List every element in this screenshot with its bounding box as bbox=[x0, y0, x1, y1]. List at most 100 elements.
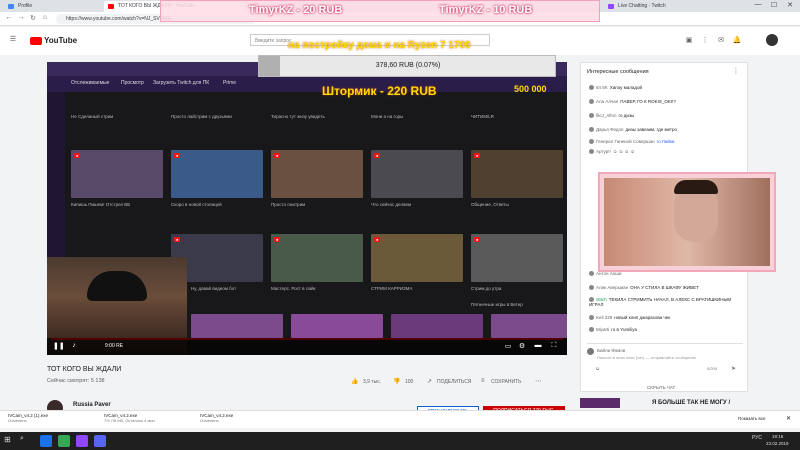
emoji-icon[interactable]: ☺ bbox=[595, 366, 600, 372]
save-icon[interactable]: ≡ bbox=[481, 378, 485, 384]
windows-start-icon[interactable]: ⊞ bbox=[4, 435, 11, 444]
video-title: ТОТ КОГО ВЫ ЖДАЛИ bbox=[47, 366, 122, 373]
subtitles-icon[interactable]: ▭ bbox=[503, 342, 513, 350]
user-avatar-icon bbox=[589, 85, 594, 91]
stream-thumbnail[interactable]: ● bbox=[371, 234, 463, 282]
stream-thumbnail[interactable]: ● bbox=[371, 150, 463, 198]
theater-mode-icon[interactable]: ▬ bbox=[533, 342, 543, 349]
fullscreen-icon[interactable]: ⛶ bbox=[549, 342, 559, 350]
menu-icon[interactable]: ☰ bbox=[8, 35, 18, 43]
webcam-video bbox=[604, 178, 770, 266]
stream-caption: Скоро в новой столицей bbox=[171, 202, 222, 207]
twitch-nav-download[interactable]: Загрузить Twitch для ПК bbox=[153, 80, 209, 86]
download-item[interactable]: IVCam_v4.2.exe 7/9,7/8 Мб, Осталось 4 мин… bbox=[104, 413, 156, 423]
user-avatar-icon bbox=[589, 139, 594, 145]
apps-grid-icon[interactable]: ⋮ bbox=[700, 36, 710, 44]
chat-message: Генерал Ганеной Совершан го Лайки bbox=[589, 139, 745, 145]
send-icon[interactable]: ➤ bbox=[731, 365, 736, 372]
like-count: 3,9 тыс. bbox=[363, 379, 382, 385]
notifications-bell-icon[interactable]: 🔔 bbox=[732, 36, 742, 44]
video-player[interactable]: Отслеживаемые Просмотр Загрузить Twitch … bbox=[47, 62, 567, 355]
chat-more-icon[interactable]: ⋮ bbox=[731, 67, 741, 75]
donation-message: на постройку дома и на Ryzen 7 1700 bbox=[288, 40, 471, 51]
settings-gear-icon[interactable]: ⚙ bbox=[517, 342, 527, 350]
stream-thumbnail[interactable]: ● bbox=[271, 150, 363, 198]
user-avatar-icon bbox=[589, 271, 594, 277]
browser-tab-profile[interactable]: Profile bbox=[4, 1, 64, 12]
stream-thumbnail[interactable] bbox=[491, 314, 567, 338]
like-icon[interactable]: 👍 bbox=[351, 378, 358, 385]
user-avatar-icon bbox=[589, 285, 594, 291]
stream-caption: Кипишь Пишем! Отстрел ВБ bbox=[71, 202, 131, 207]
discord-icon[interactable] bbox=[94, 435, 106, 447]
chrome-icon[interactable] bbox=[58, 435, 70, 447]
stream-thumbnail[interactable]: ● bbox=[271, 234, 363, 282]
stream-caption: Что сейчас делаем bbox=[371, 202, 412, 207]
chat-message: s6tch ТЕКИЛА СТРИМИТЬ НАЧАЛ, В АЛЕКС С БР… bbox=[589, 297, 732, 308]
stream-caption: Пятничные игры в Ветер bbox=[471, 302, 523, 307]
chat-input-name: Бийли Фомов bbox=[597, 348, 626, 353]
twitch-app-icon[interactable] bbox=[76, 435, 88, 447]
share-button[interactable]: ПОДЕЛИТЬСЯ bbox=[437, 379, 471, 385]
pause-icon[interactable]: ❚❚ bbox=[53, 342, 65, 350]
donation-overlay-top: TimyrKZ - 20 RUB TimyrKZ - 10 RUB bbox=[160, 0, 600, 22]
volume-icon[interactable]: ♪ bbox=[69, 342, 79, 349]
stream-caption: СТРИМ КАРРИЗМА bbox=[371, 286, 413, 291]
stream-caption: Просто смотрим bbox=[271, 202, 306, 207]
share-icon[interactable]: ↗ bbox=[427, 378, 432, 385]
stream-caption: Не Сделаный стрим bbox=[71, 114, 114, 119]
search-icon[interactable]: ⌕ bbox=[20, 435, 24, 443]
windows-taskbar: ⊞ ⌕ РУС 19:16 23.02.2019 bbox=[0, 432, 800, 450]
streamer-webcam-overlay bbox=[598, 172, 776, 272]
close-window-button[interactable]: ✕ bbox=[784, 1, 796, 9]
chat-header[interactable]: Интересные сообщения bbox=[587, 69, 649, 75]
download-item[interactable]: IVCam_v4.2.exe Отменено bbox=[200, 413, 233, 423]
create-video-icon[interactable]: ▣ bbox=[684, 36, 694, 44]
twitch-nav-prime[interactable]: Prime bbox=[223, 80, 236, 86]
minimize-button[interactable]: — bbox=[752, 1, 764, 8]
explorer-icon[interactable] bbox=[40, 435, 52, 447]
close-icon[interactable]: ✕ bbox=[786, 415, 791, 422]
channel-name[interactable]: Russia Paver bbox=[73, 402, 111, 408]
messages-icon[interactable]: ✉ bbox=[716, 36, 726, 44]
stream-thumbnail[interactable]: ● bbox=[171, 150, 263, 198]
stream-thumbnail[interactable] bbox=[391, 314, 483, 338]
more-actions-icon[interactable]: ⋯ bbox=[535, 377, 542, 385]
clock-time: 19:16 bbox=[772, 434, 784, 439]
profile-icon bbox=[8, 4, 14, 9]
stream-caption: Тирасно тут жизу увидеть bbox=[271, 114, 325, 119]
home-icon[interactable]: ⌂ bbox=[40, 14, 50, 21]
maximize-button[interactable]: ☐ bbox=[768, 1, 780, 9]
forward-arrow-icon[interactable]: → bbox=[16, 14, 26, 21]
dislike-icon[interactable]: 👎 bbox=[393, 378, 400, 385]
back-arrow-icon[interactable]: ← bbox=[4, 14, 14, 21]
stream-caption: Мони а на горы bbox=[371, 114, 404, 119]
download-item[interactable]: IVCam_v4.2 (1).exe Отменено bbox=[8, 413, 48, 423]
language-indicator[interactable]: РУС bbox=[752, 435, 762, 441]
clock-date: 23.02.2019 bbox=[766, 441, 789, 446]
browser-tab-twitch[interactable]: Live Chatting · Twitch bbox=[604, 1, 724, 12]
stream-thumbnail[interactable] bbox=[291, 314, 383, 338]
reload-icon[interactable]: ↻ bbox=[28, 14, 38, 22]
chat-message: 84 5K Хапоу маладой bbox=[589, 85, 745, 91]
donation-donor-2: TimyrKZ - 10 RUB bbox=[439, 4, 533, 16]
stream-thumbnail[interactable]: ● bbox=[471, 150, 563, 198]
chat-input[interactable]: Пишите в этом поле (чат) — отправляйте с… bbox=[597, 355, 737, 360]
chat-message: Алик Аверьман ОНА У СТИЛА В ШКАФУ ЖИВЕТ bbox=[589, 285, 745, 291]
avatar[interactable] bbox=[766, 34, 778, 46]
char-counter: 0/200 bbox=[707, 366, 718, 371]
stream-thumbnail[interactable] bbox=[191, 314, 283, 338]
stream-thumbnail[interactable]: ● bbox=[71, 150, 163, 198]
twitch-nav-bar: Отслеживаемые Просмотр Загрузить Twitch … bbox=[47, 76, 567, 92]
donation-goal-target: 500 000 bbox=[514, 84, 547, 94]
show-all-downloads-button[interactable]: Показать все bbox=[738, 416, 765, 421]
recommended-title[interactable]: Я БОЛЬШЕ ТАК НЕ МОГУ / bbox=[652, 400, 730, 406]
twitch-nav-following[interactable]: Отслеживаемые bbox=[71, 80, 109, 86]
twitch-nav-browse[interactable]: Просмотр bbox=[121, 80, 144, 86]
recommended-thumbnail[interactable] bbox=[580, 398, 620, 408]
youtube-logo[interactable]: YouTube bbox=[30, 36, 77, 45]
save-button[interactable]: СОХРАНИТЬ bbox=[491, 379, 521, 385]
avatar bbox=[587, 348, 594, 355]
hide-chat-button[interactable]: СКРЫТЬ ЧАТ bbox=[647, 385, 675, 390]
stream-thumbnail[interactable]: ● bbox=[471, 234, 563, 282]
